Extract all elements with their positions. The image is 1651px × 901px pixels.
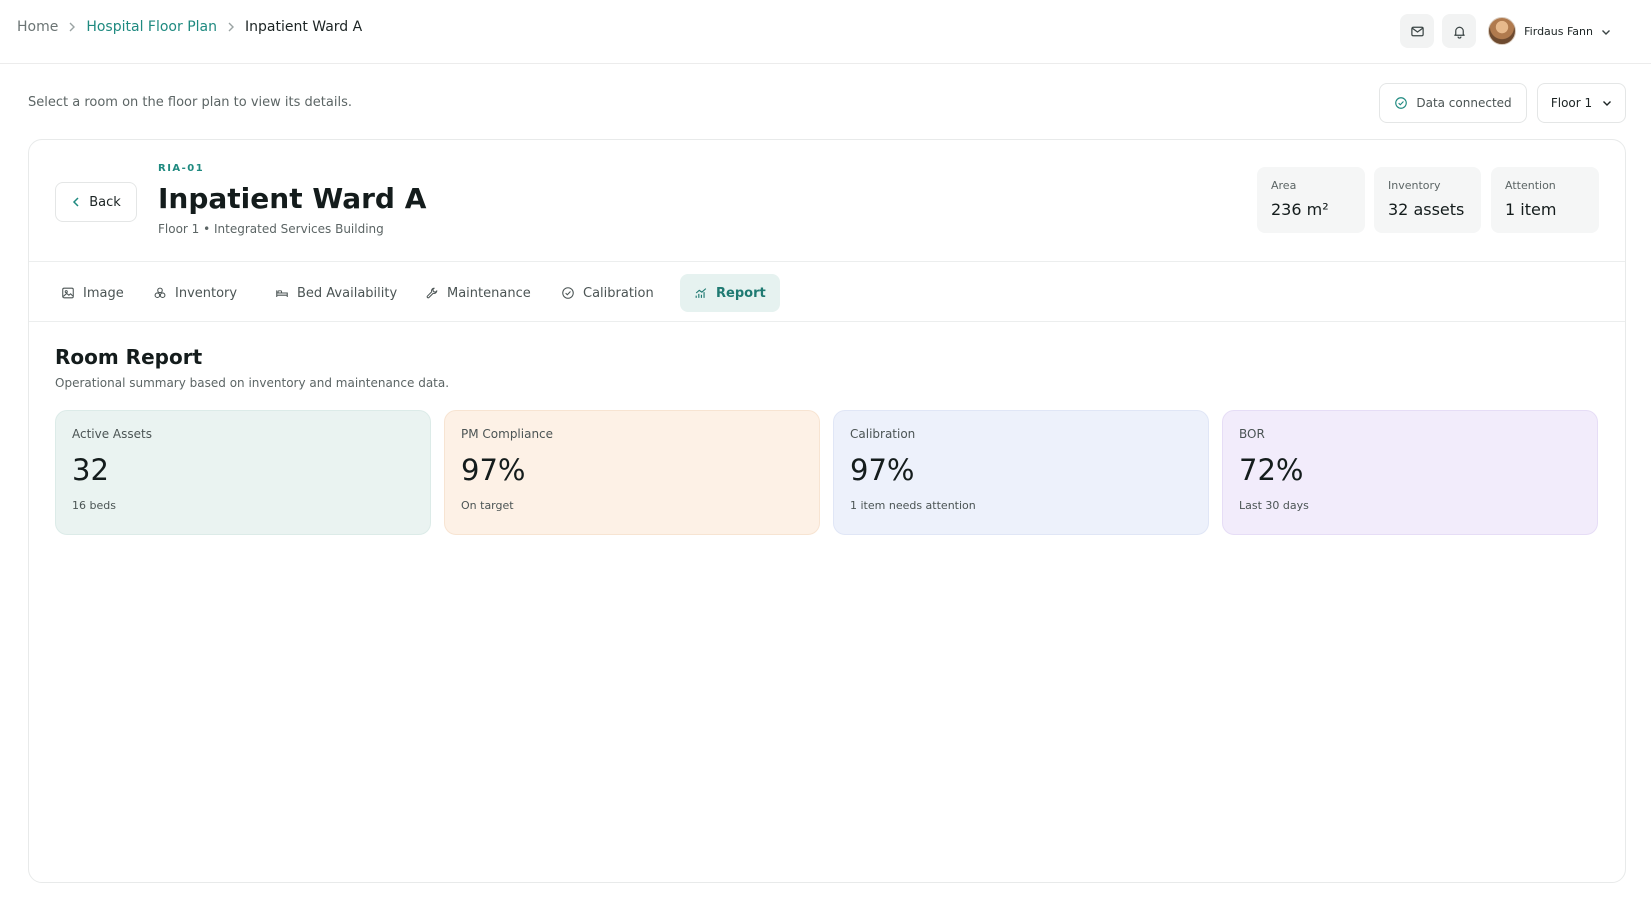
- chevron-left-icon: [73, 197, 79, 207]
- stat-label: Attention: [1505, 179, 1556, 192]
- data-status-badge: Data connected: [1379, 83, 1527, 123]
- room-title: Inpatient Ward A: [158, 182, 427, 215]
- room-tabs: Image Inventory Bed Availability Mainten…: [29, 262, 1625, 322]
- tab-label: Maintenance: [447, 285, 531, 301]
- kpi-label: Calibration: [850, 427, 916, 441]
- breadcrumb: Home Hospital Floor Plan Inpatient Ward …: [17, 19, 362, 35]
- back-button[interactable]: Back: [55, 182, 137, 222]
- kpi-note: 16 beds: [72, 499, 116, 512]
- mail-button[interactable]: [1400, 14, 1435, 48]
- kpi-value: 97%: [461, 453, 526, 487]
- top-actions: Firdaus Fann: [1400, 14, 1611, 48]
- stat-area: Area 236 m²: [1257, 167, 1365, 233]
- report-subtitle: Operational summary based on inventory a…: [55, 376, 450, 390]
- report-title: Room Report: [55, 345, 203, 369]
- floor-plan-hint: Select a room on the floor plan to view …: [28, 95, 352, 110]
- chevron-down-icon: [1603, 101, 1612, 106]
- top-bar: Home Hospital Floor Plan Inpatient Ward …: [0, 0, 1651, 64]
- chart-icon: [695, 288, 707, 298]
- wrench-icon: [426, 287, 438, 299]
- tab-label: Report: [716, 285, 766, 301]
- check-circle-icon: [562, 287, 574, 299]
- tab-maintenance[interactable]: Maintenance: [411, 274, 545, 312]
- check-circle-icon: [1395, 97, 1408, 109]
- room-header: Back RIA-01 Inpatient Ward A Floor 1 • I…: [29, 140, 1625, 262]
- mail-icon: [1410, 26, 1424, 36]
- stat-inventory: Inventory 32 assets: [1374, 167, 1481, 233]
- tab-image[interactable]: Image: [47, 274, 138, 312]
- chevron-right-icon: [66, 21, 78, 33]
- kpi-label: BOR: [1239, 427, 1265, 441]
- room-detail-card: Back RIA-01 Inpatient Ward A Floor 1 • I…: [28, 139, 1626, 883]
- tab-calibration[interactable]: Calibration: [547, 274, 668, 312]
- stat-value: 236 m²: [1271, 200, 1329, 219]
- notifications-button[interactable]: [1442, 14, 1477, 48]
- bed-icon: [276, 290, 288, 297]
- floor-select-value: Floor 1: [1550, 96, 1593, 110]
- tab-inventory[interactable]: Inventory: [139, 274, 251, 312]
- stat-value: 32 assets: [1388, 200, 1465, 219]
- breadcrumb-floor-plan-link[interactable]: Hospital Floor Plan: [86, 19, 217, 35]
- stat-label: Inventory: [1388, 179, 1441, 192]
- image-icon: [62, 287, 74, 299]
- user-name: Firdaus Fann: [1524, 24, 1593, 38]
- avatar: [1488, 17, 1517, 45]
- kpi-value: 32: [72, 453, 109, 487]
- kpi-label: PM Compliance: [461, 427, 554, 441]
- kpi-card-active-assets: Active Assets 32 16 beds: [55, 410, 431, 535]
- kpi-card-bor: BOR 72% Last 30 days: [1222, 410, 1598, 535]
- tab-label: Calibration: [583, 285, 654, 301]
- stat-value: 1 item: [1505, 200, 1557, 219]
- kpi-card-pm-compliance: PM Compliance 97% On target: [444, 410, 820, 535]
- chevron-right-icon: [225, 21, 237, 33]
- data-status-label: Data connected: [1416, 96, 1512, 110]
- tab-report[interactable]: Report: [680, 274, 780, 312]
- breadcrumb-current: Inpatient Ward A: [244, 19, 363, 35]
- tab-bed-availability[interactable]: Bed Availability: [261, 274, 411, 312]
- tab-label: Inventory: [175, 285, 238, 301]
- bell-icon: [1453, 26, 1465, 39]
- tab-label: Image: [83, 285, 124, 301]
- tab-label: Bed Availability: [297, 285, 398, 301]
- kpi-card-calibration: Calibration 97% 1 item needs attention: [833, 410, 1209, 535]
- kpi-note: Last 30 days: [1239, 499, 1309, 512]
- back-button-label: Back: [89, 194, 121, 210]
- kpi-value: 72%: [1239, 453, 1304, 487]
- kpi-label: Active Assets: [72, 427, 152, 441]
- stat-attention: Attention 1 item: [1491, 167, 1599, 233]
- floor-select[interactable]: Floor 1: [1537, 83, 1626, 123]
- kpi-note: On target: [461, 499, 514, 512]
- breadcrumb-home-link[interactable]: Home: [17, 19, 58, 35]
- stat-label: Area: [1271, 179, 1297, 192]
- kpi-note: 1 item needs attention: [850, 499, 976, 512]
- room-subtitle: Floor 1 • Integrated Services Building: [158, 222, 384, 236]
- kpi-value: 97%: [850, 453, 915, 487]
- chevron-down-icon: [1601, 22, 1611, 41]
- room-code: RIA-01: [158, 163, 205, 174]
- user-menu[interactable]: Firdaus Fann: [1488, 17, 1611, 45]
- boxes-icon: [154, 287, 166, 298]
